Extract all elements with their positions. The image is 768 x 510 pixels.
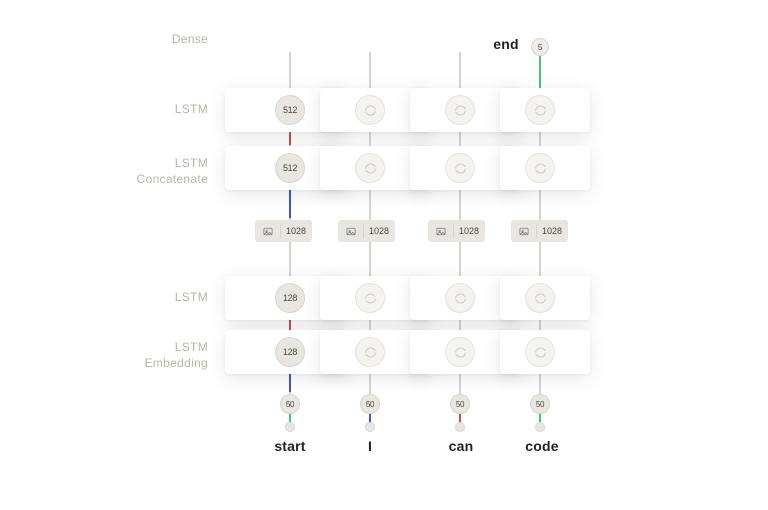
label-lstm0: LSTM [78, 340, 208, 354]
embed-node: 50 [450, 394, 470, 414]
embed-node: 50 [530, 394, 550, 414]
refresh-icon [454, 292, 467, 305]
refresh-icon [534, 104, 547, 117]
embed-node: 50 [360, 394, 380, 414]
lstm-node-128: 128 [275, 283, 305, 313]
lstm-node [355, 283, 385, 313]
concat-chip: 1028 [511, 220, 568, 242]
refresh-icon [534, 162, 547, 175]
refresh-icon [534, 346, 547, 359]
concat-chip: 1028 [428, 220, 485, 242]
connection-lines [0, 0, 768, 510]
lstm-node [445, 283, 475, 313]
trash-icon [363, 40, 379, 58]
word-start: start [268, 438, 312, 454]
image-icon [261, 226, 275, 237]
refresh-icon [364, 104, 377, 117]
refresh-icon [454, 104, 467, 117]
label-lstm2: LSTM [78, 156, 208, 170]
lstm-node [355, 337, 385, 367]
input-dot [455, 422, 465, 432]
concat-chip: 1028 [338, 220, 395, 242]
label-embedding: Embedding [78, 356, 208, 370]
word-end: end [486, 36, 526, 52]
word-can: can [444, 438, 478, 454]
lstm-node [355, 95, 385, 125]
word-code: code [520, 438, 564, 454]
label-concat: Concatenate [78, 172, 208, 186]
lstm-node-512: 512 [275, 95, 305, 125]
refresh-icon [454, 162, 467, 175]
output-node: 5 [531, 38, 549, 56]
refresh-icon [364, 162, 377, 175]
label-dense: Dense [78, 32, 208, 46]
concat-value: 1028 [542, 226, 562, 236]
lstm-node-128b: 128 [275, 337, 305, 367]
word-i: I [358, 438, 382, 454]
concat-chip: 1028 [255, 220, 312, 242]
concat-value: 1028 [286, 226, 306, 236]
concat-value: 1028 [369, 226, 389, 236]
refresh-icon [364, 346, 377, 359]
lstm-node [445, 153, 475, 183]
concat-value: 1028 [459, 226, 479, 236]
input-dot [535, 422, 545, 432]
input-dot [285, 422, 295, 432]
trash-icon [453, 40, 469, 58]
lstm-node [525, 283, 555, 313]
lstm-node [525, 337, 555, 367]
lstm-node [355, 153, 385, 183]
lstm-node-512b: 512 [275, 153, 305, 183]
trash-icon [283, 40, 299, 58]
refresh-icon [534, 292, 547, 305]
refresh-icon [364, 292, 377, 305]
lstm-node [445, 95, 475, 125]
label-lstm3: LSTM [78, 102, 208, 116]
embed-node: 50 [280, 394, 300, 414]
image-icon [434, 226, 448, 237]
refresh-icon [454, 346, 467, 359]
lstm-node [525, 153, 555, 183]
input-dot [365, 422, 375, 432]
label-lstm1: LSTM [78, 290, 208, 304]
image-icon [517, 226, 531, 237]
lstm-node [445, 337, 475, 367]
diagram-canvas: Dense LSTM LSTM Concatenate LSTM LSTM Em… [0, 0, 768, 510]
image-icon [344, 226, 358, 237]
lstm-node [525, 95, 555, 125]
